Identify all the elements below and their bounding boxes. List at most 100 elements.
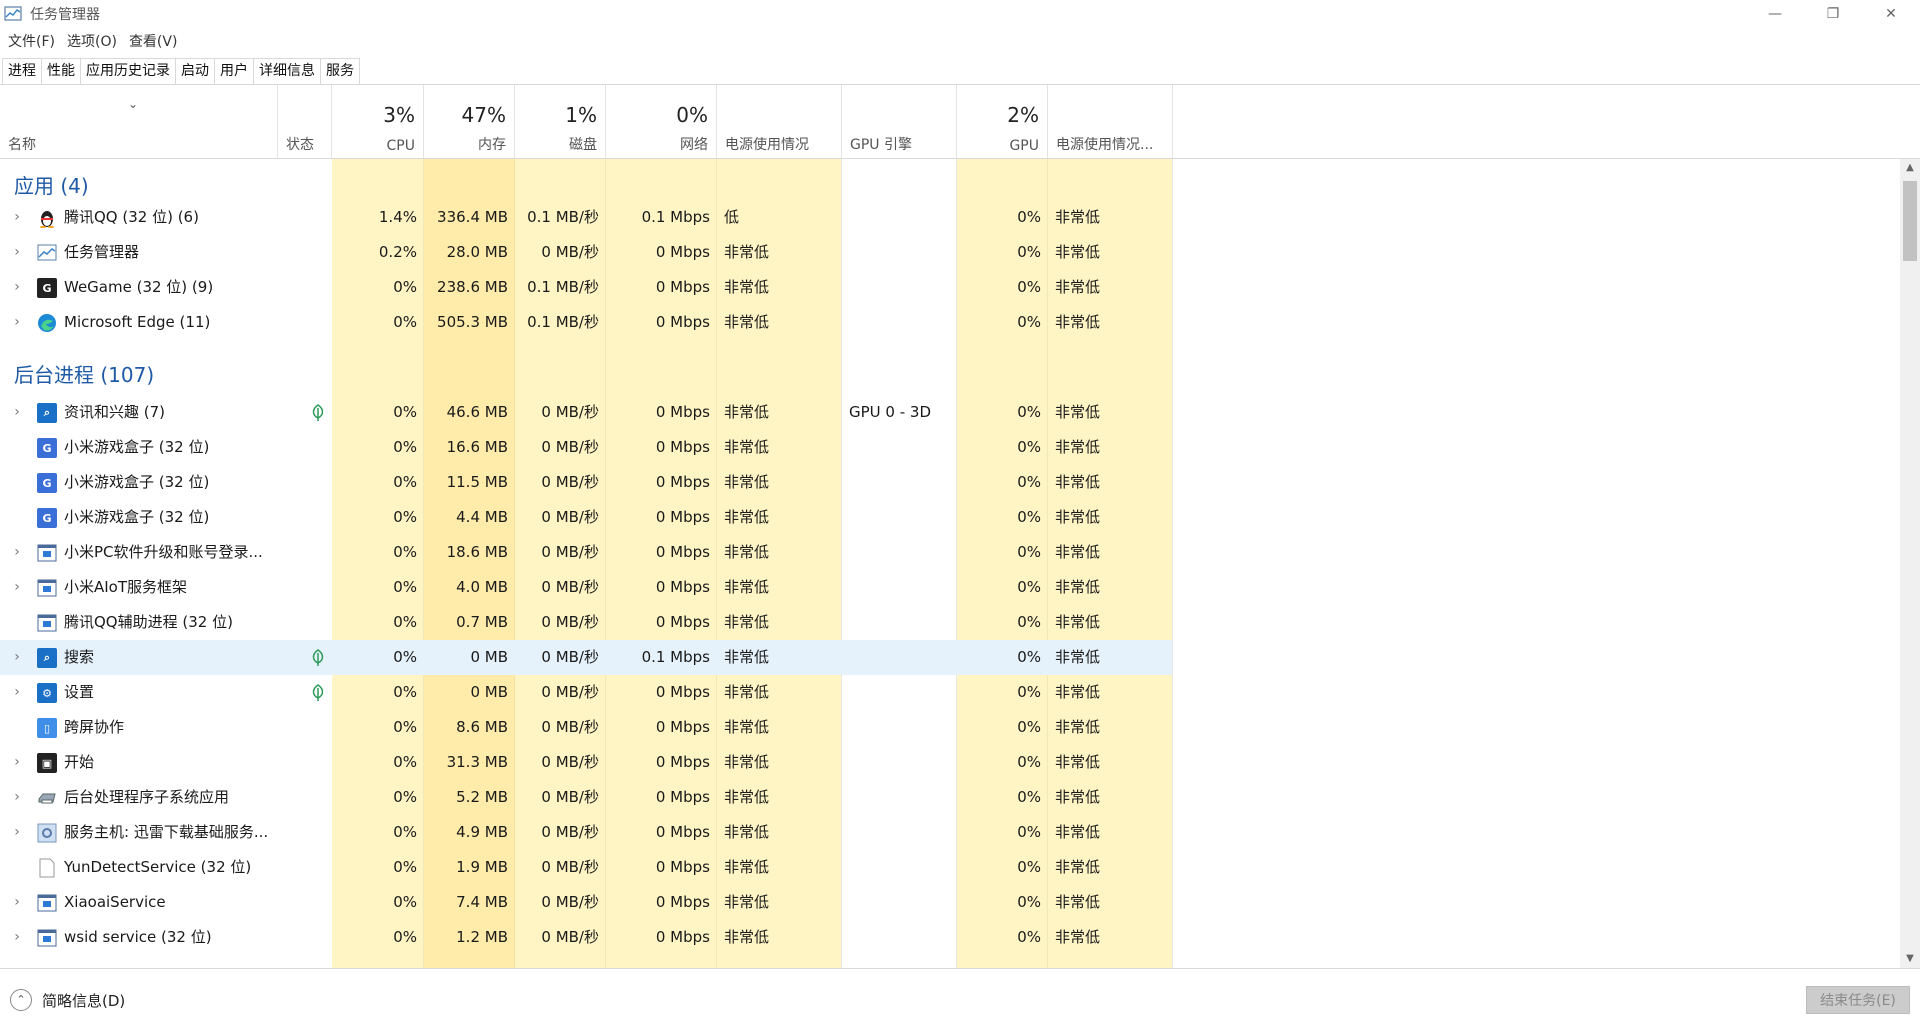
expand-chevron-icon[interactable]: › (10, 640, 24, 675)
process-row[interactable]: ▯ 跨屏协作 0% 8.6 MB 0 MB/秒 0 Mbps 非常低 0% 非常低 (0, 710, 1172, 745)
efficiency-leaf-icon (311, 649, 325, 667)
process-row[interactable]: › wsid service (32 位) 0% 1.2 MB 0 MB/秒 0 Mbps… (0, 920, 1172, 955)
mi-game-box-icon: G (37, 473, 57, 493)
expand-chevron-icon[interactable]: › (10, 920, 24, 955)
gpu-value: 0% (1017, 278, 1041, 296)
expand-chevron-icon[interactable]: › (10, 885, 24, 920)
tab-startup[interactable]: 启动 (175, 58, 215, 84)
process-row[interactable]: G 小米游戏盒子 (32 位) 0% 16.6 MB 0 MB/秒 0 Mbps 非常低 0%… (0, 430, 1172, 465)
power-usage-value: 非常低 (724, 578, 770, 596)
expand-chevron-icon[interactable]: › (10, 745, 24, 780)
tab-services[interactable]: 服务 (320, 58, 360, 84)
process-row[interactable]: › 小米PC软件升级和账号登录... 0% 18.6 MB 0 MB/秒 0 Mbps 非常… (0, 535, 1172, 570)
menu-view[interactable]: 查看(V) (123, 31, 184, 51)
network-value: 0 Mbps (655, 683, 710, 701)
process-row[interactable]: › Microsoft Edge (11) 0% 505.3 MB 0.1 MB/秒 0 … (0, 305, 1172, 340)
power-trend-value: 非常低 (1055, 823, 1101, 841)
expand-chevron-icon[interactable]: › (10, 780, 24, 815)
expand-chevron-icon[interactable]: › (10, 200, 24, 235)
column-header-name[interactable]: 名称 (0, 85, 278, 158)
expand-chevron-icon[interactable]: › (10, 675, 24, 710)
scroll-thumb[interactable] (1903, 181, 1917, 261)
brief-info-button[interactable]: 简略信息(D) (42, 990, 125, 1011)
scroll-up-arrow-icon[interactable]: ▲ (1900, 159, 1920, 177)
gpu-total-percent: 2% (1007, 103, 1039, 127)
process-name: 搜索 (64, 648, 95, 666)
process-row[interactable]: G 小米游戏盒子 (32 位) 0% 4.4 MB 0 MB/秒 0 Mbps 非常低 0% 非… (0, 500, 1172, 535)
service-window-icon (37, 578, 57, 598)
expand-chevron-icon[interactable]: › (10, 395, 24, 430)
process-row[interactable]: › ⌕ 搜索 0% 0 MB 0 MB/秒 0.1 Mbps 非常低 0% 非常低 (0, 640, 1172, 675)
column-header-status[interactable]: 状态 (278, 85, 332, 158)
gpu-engine-value: GPU 0 - 3D (849, 403, 932, 421)
tab-processes[interactable]: 进程 (2, 58, 42, 84)
tab-app-history[interactable]: 应用历史记录 (80, 58, 176, 84)
process-name: 后台处理程序子系统应用 (64, 788, 230, 806)
cpu-value: 0% (393, 473, 417, 491)
column-gpu-engine-label: GPU 引擎 (850, 137, 912, 153)
network-value: 0 Mbps (655, 893, 710, 911)
power-usage-value: 非常低 (724, 858, 770, 876)
process-row[interactable]: › ▣ 开始 0% 31.3 MB 0 MB/秒 0 Mbps 非常低 0% 非常低 (0, 745, 1172, 780)
memory-value: 336.4 MB (437, 208, 508, 226)
column-header-cpu[interactable]: 3% CPU (332, 85, 424, 158)
collapse-chevron-up-icon[interactable]: ⌃ (10, 989, 32, 1011)
column-header-gpu[interactable]: 2% GPU (957, 85, 1048, 158)
menu-file[interactable]: 文件(F) (2, 31, 61, 51)
process-row[interactable]: YunDetectService (32 位) 0% 1.9 MB 0 MB/秒 0 M… (0, 850, 1172, 885)
column-header-gpu-engine[interactable]: GPU 引擎 (842, 85, 957, 158)
end-task-button[interactable]: 结束任务(E) (1806, 986, 1910, 1014)
power-usage-value: 非常低 (724, 823, 770, 841)
process-row[interactable]: › 服务主机: 迅雷下载基础服务... 0% 4.9 MB 0 MB/秒 0 Mbps 非常… (0, 815, 1172, 850)
process-name: wsid service (32 位) (64, 928, 212, 946)
tab-users[interactable]: 用户 (214, 58, 254, 84)
process-name: 设置 (64, 683, 95, 701)
search-icon: ⌕ (37, 648, 57, 668)
process-row[interactable]: G 小米游戏盒子 (32 位) 0% 11.5 MB 0 MB/秒 0 Mbps 非常低 0%… (0, 465, 1172, 500)
expand-chevron-icon[interactable]: › (10, 305, 24, 340)
process-row[interactable]: › 腾讯QQ (32 位) (6) 1.4% 336.4 MB 0.1 MB/秒 0.1 … (0, 200, 1172, 235)
expand-chevron-icon[interactable]: › (10, 570, 24, 605)
gpu-value: 0% (1017, 403, 1041, 421)
process-row[interactable]: › ⚙ 设置 0% 0 MB 0 MB/秒 0 Mbps 非常低 0% 非常低 (0, 675, 1172, 710)
process-row[interactable]: 腾讯QQ辅助进程 (32 位) 0% 0.7 MB 0 MB/秒 0 Mbps 非常低 0%… (0, 605, 1172, 640)
group-header-background[interactable]: 后台进程 (107) (14, 350, 154, 400)
task-manager-icon (4, 6, 22, 22)
expand-chevron-icon[interactable]: › (10, 815, 24, 850)
column-header-disk[interactable]: 1% 磁盘 (515, 85, 606, 158)
memory-value: 7.4 MB (456, 893, 508, 911)
column-header-network[interactable]: 0% 网络 (606, 85, 717, 158)
menu-options[interactable]: 选项(O) (61, 31, 123, 51)
gpu-value: 0% (1017, 823, 1041, 841)
column-header-memory[interactable]: 47% 内存 (424, 85, 515, 158)
tab-details[interactable]: 详细信息 (253, 58, 321, 84)
gpu-value: 0% (1017, 858, 1041, 876)
network-value: 0.1 Mbps (641, 648, 710, 666)
process-row[interactable]: › XiaoaiService 0% 7.4 MB 0 MB/秒 0 Mbps 非常低 0% 非… (0, 885, 1172, 920)
close-button[interactable]: ✕ (1862, 0, 1920, 28)
tab-performance[interactable]: 性能 (41, 58, 81, 84)
expand-chevron-icon[interactable]: › (10, 535, 24, 570)
column-header-power-trend[interactable]: 电源使用情况... (1048, 85, 1173, 158)
process-row[interactable]: › 后台处理程序子系统应用 0% 5.2 MB 0 MB/秒 0 Mbps 非常低 0% 非常低 (0, 780, 1172, 815)
process-row[interactable]: › G WeGame (32 位) (9) 0% 238.6 MB 0.1 MB/秒 0 M… (0, 270, 1172, 305)
memory-value: 28.0 MB (446, 243, 508, 261)
disk-value: 0 MB/秒 (541, 578, 599, 596)
column-header-power[interactable]: 电源使用情况 (717, 85, 842, 158)
scroll-down-arrow-icon[interactable]: ▼ (1900, 950, 1920, 968)
process-list: 应用 (4) 后台进程 (107) › 腾讯QQ (32 位) (6) 1.4% 33… (0, 159, 1900, 968)
gpu-engine-value (842, 305, 957, 340)
maximize-button[interactable]: ❐ (1804, 0, 1862, 28)
process-row[interactable]: › 任务管理器 0.2% 28.0 MB 0 MB/秒 0 Mbps 非常低 0% 非常低 (0, 235, 1172, 270)
network-value: 0 Mbps (655, 788, 710, 806)
printer-icon (37, 788, 57, 808)
process-row[interactable]: › 小米AIoT服务框架 0% 4.0 MB 0 MB/秒 0 Mbps 非常低 0% 非常低 (0, 570, 1172, 605)
power-usage-value: 非常低 (724, 683, 770, 701)
vertical-scrollbar[interactable]: ▲ ▼ (1900, 159, 1920, 968)
power-usage-value: 非常低 (724, 473, 770, 491)
process-row[interactable]: › ⌕ 资讯和兴趣 (7) 0% 46.6 MB 0 MB/秒 0 Mbps 非常低 GPU 0… (0, 395, 1172, 430)
expand-chevron-icon[interactable]: › (10, 235, 24, 270)
expand-chevron-icon[interactable]: › (10, 270, 24, 305)
power-usage-value: 低 (724, 208, 740, 226)
minimize-button[interactable]: — (1746, 0, 1804, 28)
